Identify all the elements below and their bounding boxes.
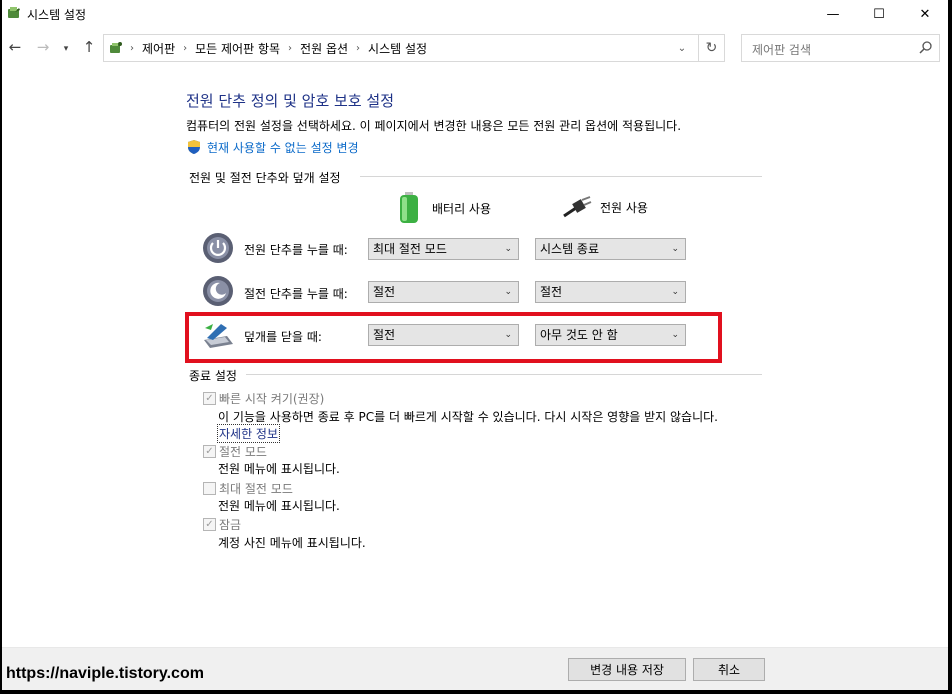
refresh-icon[interactable]: ↻ [699,34,725,62]
breadcrumb-system-settings[interactable]: 시스템 설정 [368,40,427,57]
lid-setting-highlight-box [185,312,722,363]
title-bar[interactable]: 시스템 설정 — ☐ ✕ [2,0,948,28]
breadcrumb-separator-icon: › [183,42,188,54]
plugged-in-column-header: 전원 사용 [562,196,648,218]
plugged-in-column-label: 전원 사용 [600,200,648,215]
watermark-text: https://naviple.tistory.com [6,665,204,682]
hibernate-label: 최대 절전 모드 [219,482,293,496]
sleep-button-icon [203,276,233,306]
breadcrumb: › 제어판 › 모든 제어판 항목 › 전원 옵션 › 시스템 설정 [128,35,427,61]
navigation-bar: ← → ▾ ↑ › 제어판 › 모든 제어판 항목 › 전원 옵션 › 시스템 … [2,32,948,64]
address-bar[interactable]: › 제어판 › 모든 제어판 항목 › 전원 옵션 › 시스템 설정 ⌄ [103,34,699,62]
sleep-button-battery-select[interactable]: 절전 ⌄ [368,281,519,303]
battery-icon [400,192,418,223]
lock-description: 계정 사진 메뉴에 표시됩니다. [218,536,366,550]
page-description: 컴퓨터의 전원 설정을 선택하세요. 이 페이지에서 변경한 내용은 모든 전원… [186,119,682,133]
chevron-down-icon: ⌄ [504,287,512,297]
system-settings-window: 시스템 설정 — ☐ ✕ ← → ▾ ↑ › 제어판 › 모든 제어판 항목 ›… [2,0,948,690]
breadcrumb-separator-icon: › [130,42,134,54]
footer-bar: https://naviple.tistory.com 변경 내용 저장 취소 [2,648,948,690]
section-divider [246,374,762,375]
close-button[interactable]: ✕ [902,0,948,28]
sleep-button-plugged-select[interactable]: 절전 ⌄ [535,281,686,303]
fast-startup-description: 이 기능을 사용하면 종료 후 PC를 더 빠르게 시작할 수 있습니다. 다시… [218,410,718,424]
search-box[interactable]: 제어판 검색 [741,34,940,62]
buttons-section-label: 전원 및 절전 단추와 덮개 설정 [189,169,347,186]
hibernate-checkbox[interactable] [203,482,216,495]
change-unavailable-settings-link[interactable]: 현재 사용할 수 없는 설정 변경 [186,138,359,156]
search-input[interactable]: 제어판 검색 [752,41,811,58]
search-icon[interactable] [918,39,934,57]
sleep-mode-checkbox[interactable]: ✓ [203,445,216,458]
power-button-icon [203,233,233,263]
breadcrumb-separator-icon: › [356,42,361,54]
more-info-link[interactable]: 자세한 정보 [217,424,281,443]
up-arrow-icon[interactable]: ↑ [80,38,98,56]
chevron-down-icon: ⌄ [671,287,679,297]
sleep-mode-description: 전원 메뉴에 표시됩니다. [218,462,340,476]
power-options-icon [8,7,20,18]
shutdown-section-label: 종료 설정 [189,367,243,384]
power-button-battery-value: 최대 절전 모드 [373,242,447,256]
breadcrumb-separator-icon: › [288,42,293,54]
power-button-battery-select[interactable]: 최대 절전 모드 ⌄ [368,238,519,260]
back-arrow-icon[interactable]: ← [6,38,24,56]
page-title: 전원 단추 정의 및 암호 보호 설정 [186,92,395,110]
minimize-button[interactable]: — [810,0,856,28]
fast-startup-label: 빠른 시작 켜기(권장) [219,392,325,406]
power-button-label: 전원 단추를 누를 때: [244,243,348,257]
power-button-plugged-select[interactable]: 시스템 종료 ⌄ [535,238,686,260]
change-unavailable-settings-label[interactable]: 현재 사용할 수 없는 설정 변경 [207,139,359,156]
sleep-button-plugged-value: 절전 [540,285,563,299]
sleep-mode-label: 절전 모드 [219,445,267,459]
sleep-button-battery-value: 절전 [373,285,396,299]
chevron-down-icon: ⌄ [504,244,512,254]
battery-column-header: 배터리 사용 [398,192,491,224]
window-title: 시스템 설정 [27,8,87,22]
lock-label: 잠금 [219,518,242,532]
battery-column-label: 배터리 사용 [432,201,492,216]
fast-startup-checkbox[interactable]: ✓ [203,392,216,405]
uac-shield-icon [188,140,200,154]
chevron-down-icon: ⌄ [671,244,679,254]
maximize-button[interactable]: ☐ [856,0,902,28]
power-plug-icon [563,196,592,218]
sleep-button-label: 절전 단추를 누를 때: [244,287,348,301]
cancel-button[interactable]: 취소 [693,658,765,681]
section-divider [360,176,762,177]
power-button-plugged-value: 시스템 종료 [540,242,600,256]
recent-locations-chevron-icon[interactable]: ▾ [60,40,72,58]
breadcrumb-all-items[interactable]: 모든 제어판 항목 [195,40,280,57]
control-panel-icon [110,42,122,53]
lock-checkbox[interactable]: ✓ [203,518,216,531]
address-dropdown-chevron-icon[interactable]: ⌄ [674,40,690,56]
breadcrumb-power-options[interactable]: 전원 옵션 [300,40,348,57]
save-changes-button[interactable]: 변경 내용 저장 [568,658,686,681]
forward-arrow-icon[interactable]: → [34,38,52,56]
hibernate-description: 전원 메뉴에 표시됩니다. [218,499,340,513]
breadcrumb-control-panel[interactable]: 제어판 [142,40,175,57]
